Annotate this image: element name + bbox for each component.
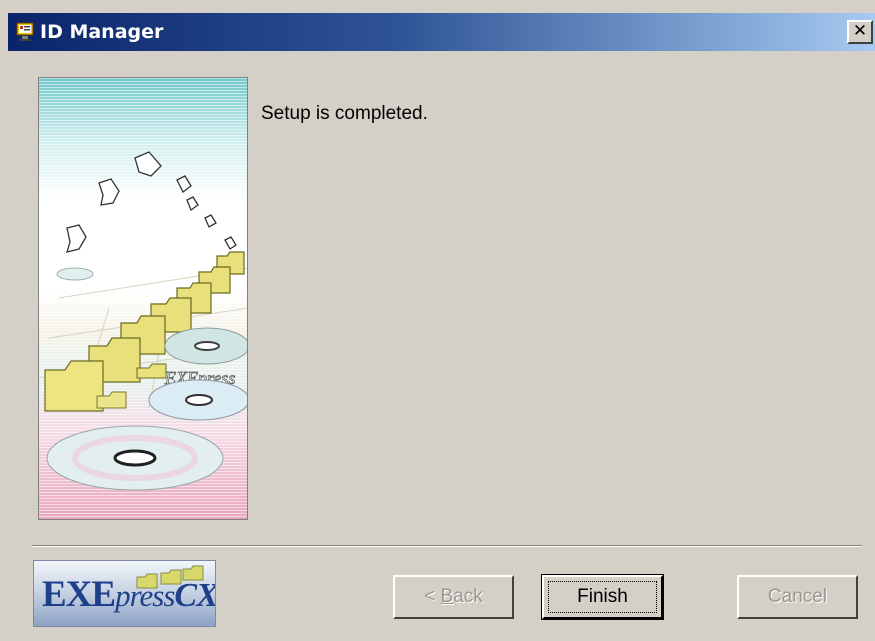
app-icon	[16, 21, 38, 43]
close-icon: ✕	[852, 21, 868, 41]
logo-wordmark: EXEpressCX	[42, 574, 216, 616]
exepress-cx-logo: EXEpressCX	[33, 560, 216, 627]
close-button[interactable]: ✕	[847, 20, 873, 44]
title-bar[interactable]: ID Manager ✕	[8, 13, 875, 51]
logo-press: press	[115, 578, 175, 613]
cancel-button-label: Cancel	[767, 586, 828, 607]
window-title: ID Manager	[40, 21, 164, 43]
wizard-side-image: EXEpress	[38, 77, 248, 520]
logo-exe: EXE	[42, 574, 116, 615]
back-button-mnemonic: B	[440, 586, 454, 607]
finish-button[interactable]: Finish	[541, 574, 664, 620]
finish-button-label: Finish	[548, 581, 657, 613]
folders-and-discs-illustration: EXEpress	[39, 151, 247, 491]
footer-separator	[32, 545, 862, 547]
back-button[interactable]: < Back	[393, 575, 514, 619]
setup-wizard-window: ID Manager ✕ EXEpress Setup is completed…	[0, 0, 875, 641]
cancel-button[interactable]: Cancel	[737, 575, 858, 619]
completion-message: Setup is completed.	[261, 103, 428, 124]
logo-cx: CX	[174, 577, 216, 614]
back-button-rest: ack	[453, 586, 483, 607]
back-button-prefix: <	[424, 586, 441, 607]
